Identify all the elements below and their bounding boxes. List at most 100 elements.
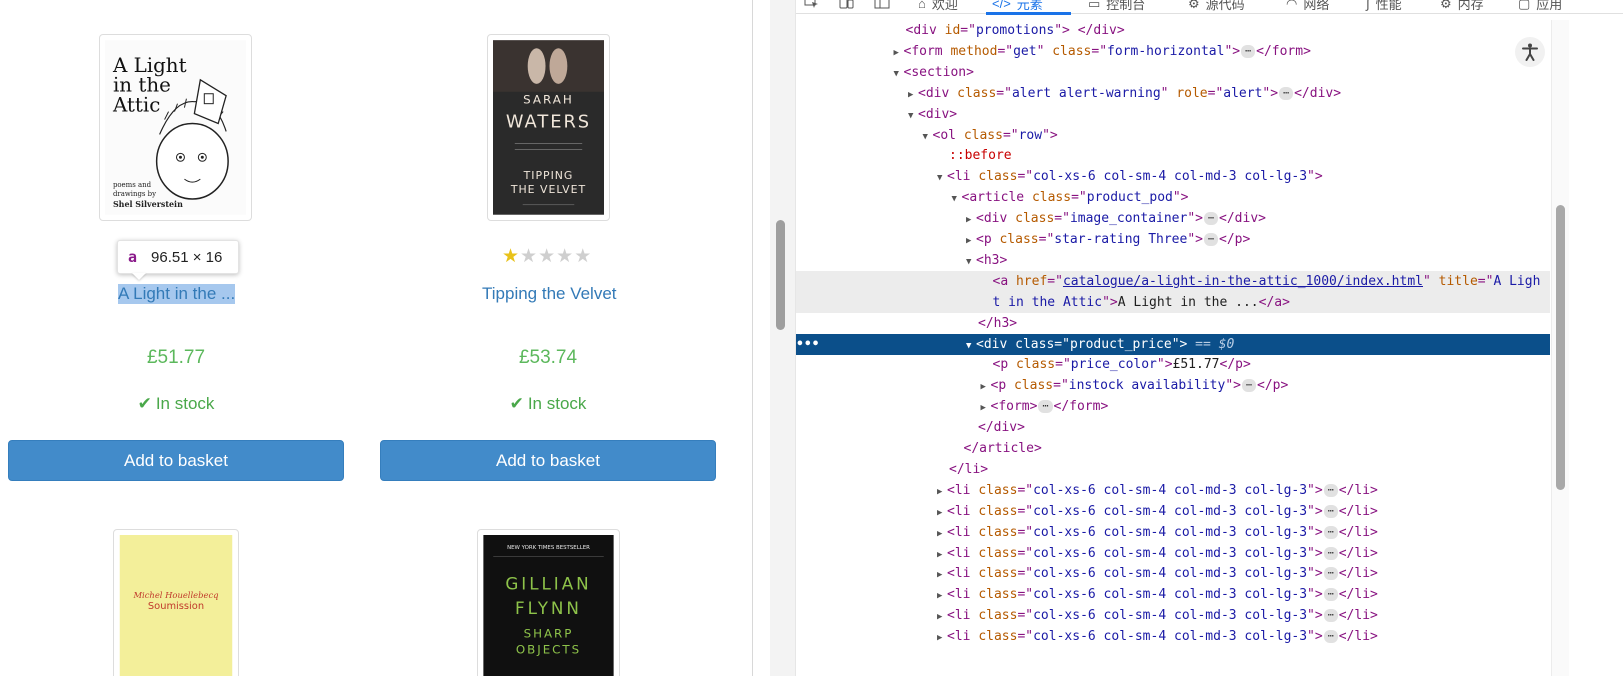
cover-soumission: Michel Houellebecq Soumission [119,535,233,676]
expand-ellipsis-button[interactable]: ⋯ [1323,525,1338,539]
collapse-triangle-icon[interactable]: ▼ [908,106,918,127]
expand-triangle-icon[interactable]: ▶ [937,586,947,607]
dom-node[interactable]: ▼ <div> [796,104,1550,125]
devtools-resize-gutter[interactable] [770,0,796,676]
tab-performance[interactable]: ∫ 性能 [1366,0,1402,13]
expand-triangle-icon[interactable]: ▶ [981,398,991,419]
product-thumbnail-tipping-the-velvet[interactable]: SARAH WATERS TIPPING THE VELVET [487,34,610,221]
expand-triangle-icon[interactable]: ▶ [894,43,904,64]
expand-triangle-icon[interactable]: ▶ [908,85,918,106]
sidebar-toggle-icon[interactable] [874,0,890,10]
dom-node[interactable]: ▶ <form> ⋯ </form> [796,396,1550,417]
expand-ellipsis-button[interactable]: ⋯ [1323,483,1338,497]
expand-triangle-icon[interactable]: ▶ [966,210,976,231]
dom-node[interactable]: ▶ <li class="col-xs-6 col-sm-4 col-md-3 c… [796,605,1550,626]
expand-triangle-icon[interactable]: ▶ [937,565,947,586]
dom-node[interactable]: ▼ <section> [796,62,1550,83]
expand-ellipsis-button[interactable]: ⋯ [1038,400,1053,414]
dom-node[interactable]: </article> [796,438,1550,459]
dom-node[interactable]: ▶ <li class="col-xs-6 col-sm-4 col-md-3 c… [796,543,1550,564]
expand-triangle-icon[interactable]: ▶ [937,607,947,628]
expand-triangle-icon[interactable]: ▶ [937,628,947,649]
accessibility-icon[interactable] [1515,37,1545,67]
device-toolbar-icon[interactable] [838,0,854,10]
tab-network[interactable]: ◠ 网络 [1286,0,1329,13]
dom-tree-scrollbar[interactable] [1551,20,1569,676]
dom-node[interactable]: ▶ <li class="col-xs-6 col-sm-4 col-md-3 c… [796,522,1550,543]
dom-node[interactable]: <a href="catalogue/a-light-in-the-attic_… [796,270,1550,292]
dom-node[interactable]: ▶ <li class="col-xs-6 col-sm-4 col-md-3 c… [796,626,1550,647]
expand-ellipsis-button[interactable]: ⋯ [1204,233,1219,246]
product-thumbnail-sharp-objects[interactable]: NEW YORK TIMES BESTSELLER GILLIAN FLYNN … [477,529,620,676]
dom-node[interactable]: ▼ <h3> [796,250,1550,271]
dom-node[interactable]: ▶ <li class="col-xs-6 col-sm-4 col-md-3 c… [796,584,1550,605]
dom-node[interactable]: </h3> [796,313,1550,334]
dom-node[interactable]: ::before [796,145,1550,166]
expand-ellipsis-button[interactable]: ⋯ [1241,44,1256,58]
dom-tree-scroll-thumb[interactable] [1556,205,1565,490]
dom-node[interactable]: ▶ <li class="col-xs-6 col-sm-4 col-md-3 c… [796,480,1550,501]
tab-memory-label: 内存 [1457,0,1484,12]
expand-ellipsis-button[interactable]: ⋯ [1204,212,1219,226]
collapse-triangle-icon[interactable]: ▼ [937,168,947,189]
add-to-basket-button[interactable]: Add to basket [8,440,344,481]
dom-node[interactable]: ▶ <div class="image_container"> ⋯ </div> [796,208,1550,229]
dom-node[interactable]: <p class="price_color">£51.77</p> [796,354,1550,375]
dom-node[interactable]: ▶ <p class="instock availability"> ⋯ </p> [796,375,1550,396]
expand-ellipsis-button[interactable]: ⋯ [1323,630,1338,644]
dom-node[interactable]: ▶ <li class="col-xs-6 col-sm-4 col-md-3 c… [796,563,1550,584]
expand-ellipsis-button[interactable]: ⋯ [1323,504,1338,518]
dom-node[interactable]: <div id="promotions"> </div> [796,20,1550,41]
dom-node[interactable]: ▶ <div class="alert alert-warning" role="… [796,83,1550,104]
dom-node-selected[interactable]: ••• ▼ <div class="product_price"> == $0 [796,333,1550,357]
dom-node[interactable]: ▼ <article class="product_pod"> [796,187,1550,208]
product-title-link-light-in-the-attic[interactable]: A Light in the ... [118,284,236,304]
dom-token-txt: A Light in the ... [1117,294,1259,310]
expand-triangle-icon[interactable]: ▶ [981,377,991,398]
dom-node[interactable]: </div> [796,417,1550,438]
add-to-basket-button[interactable]: Add to basket [380,440,716,481]
inspect-element-icon[interactable] [804,0,820,10]
expand-ellipsis-button[interactable]: ⋯ [1323,609,1338,623]
node-actions-icon[interactable]: ••• [796,334,819,355]
dom-node-content: ▼ <li class="col-xs-6 col-sm-4 col-md-3 c… [937,166,1323,189]
dom-tree[interactable]: <div id="promotions"> </div> ▶ <form metho… [796,20,1550,676]
tab-console[interactable]: ▭ 控制台 [1088,0,1145,13]
tab-network-label: 网络 [1303,0,1330,12]
expand-ellipsis-button[interactable]: ⋯ [1323,546,1338,560]
collapse-triangle-icon[interactable]: ▼ [966,336,976,357]
expand-ellipsis-button[interactable]: ⋯ [1323,588,1338,602]
collapse-triangle-icon[interactable]: ▼ [923,127,933,148]
expand-triangle-icon[interactable]: ▶ [937,524,947,545]
tab-welcome[interactable]: ⌂ 欢迎 [918,0,958,13]
product-thumbnail-light-in-the-attic[interactable]: A Light in the Attic poems and drawings … [99,34,252,221]
expand-ellipsis-button[interactable]: ⋯ [1323,567,1338,581]
expand-triangle-icon[interactable]: ▶ [937,545,947,566]
collapse-triangle-icon[interactable]: ▼ [952,189,962,210]
product-thumbnail-soumission[interactable]: Michel Houellebecq Soumission [113,529,239,676]
expand-ellipsis-button[interactable]: ⋯ [1279,86,1294,100]
expand-triangle-icon[interactable]: ▶ [937,503,947,524]
collapse-triangle-icon[interactable]: ▼ [894,64,904,85]
dom-node[interactable]: ▶ <li class="col-xs-6 col-sm-4 col-md-3 c… [796,501,1550,522]
expand-triangle-icon[interactable]: ▶ [966,231,976,252]
tab-application[interactable]: ▢ 应用 [1518,0,1562,13]
collapse-triangle-icon[interactable]: ▼ [966,252,976,273]
dom-node[interactable]: ▼ <li class="col-xs-6 col-sm-4 col-md-3 c… [796,166,1550,187]
dom-token-link[interactable]: catalogue/a-light-in-the-attic_1000/inde… [1063,274,1423,289]
dom-node[interactable]: ▶ <p class="star-rating Three"> ⋯ </p> [796,229,1550,250]
tab-sources[interactable]: ⚙ 源代码 [1188,0,1245,13]
dom-node[interactable]: ▶ <form method="get" class="form-horizont… [796,41,1550,62]
dom-node[interactable]: t in the Attic">A Light in the ...</a> [796,291,1550,313]
product-title-link-tipping-the-velvet[interactable]: Tipping the Velvet [482,284,617,304]
dom-token-tag: "> [1307,566,1323,582]
tab-memory[interactable]: ⚙ 内存 [1440,0,1484,13]
dom-node[interactable]: ▼ <ol class="row"> [796,125,1550,146]
expand-triangle-icon[interactable]: ▶ [937,482,947,503]
gutter-scroll-thumb[interactable] [776,220,785,330]
viewport-edge [752,0,753,676]
dom-token-tag: "> [1307,545,1323,561]
tab-welcome-label: 欢迎 [931,0,958,12]
expand-ellipsis-button[interactable]: ⋯ [1241,379,1257,393]
dom-node[interactable]: </li> [796,459,1550,480]
